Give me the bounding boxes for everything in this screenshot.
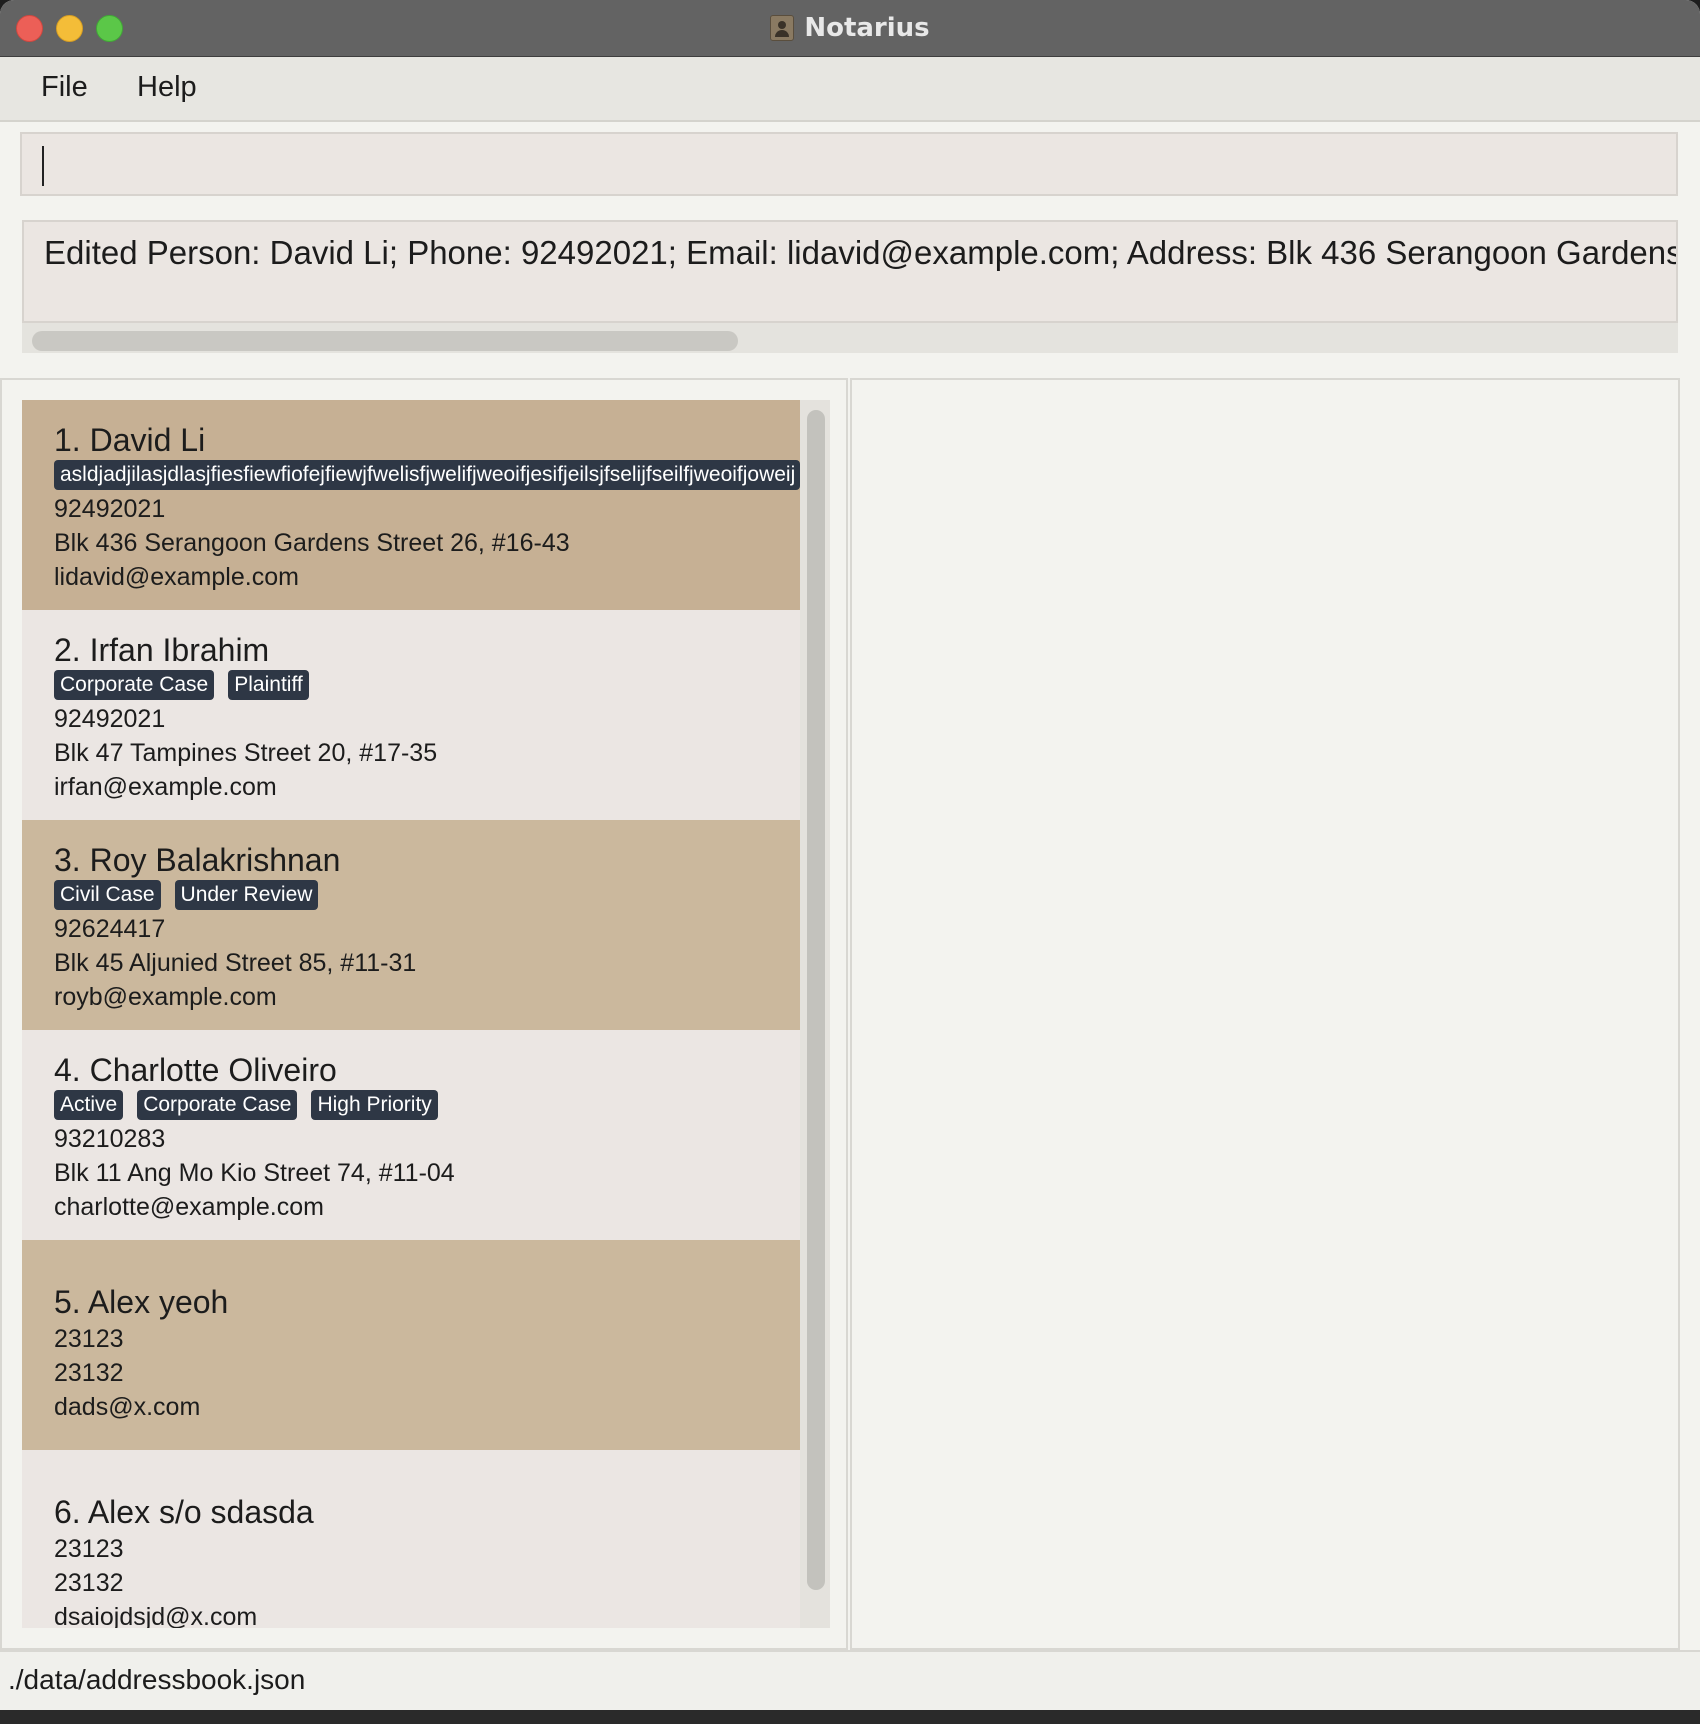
person-card[interactable]: 1. David Li asldjadjilasjdlasjfiesfiewfi… xyxy=(22,400,800,610)
title-group: Notarius xyxy=(0,0,1700,56)
tag: asldjadjilasjdlasjfiesfiewfiofejfiewjfwe… xyxy=(54,460,800,490)
person-name: 2. Irfan Ibrahim xyxy=(54,632,270,668)
menu-help[interactable]: Help xyxy=(137,71,197,104)
tag: Corporate Case xyxy=(54,670,215,700)
person-email: dsaiojdsjd@x.com xyxy=(54,1603,258,1628)
person-address: Blk 45 Aljunied Street 85, #11-31 xyxy=(54,949,417,977)
person-card[interactable]: 5. Alex yeoh 23123 23132 dads@x.com xyxy=(22,1240,800,1450)
person-address: Blk 11 Ang Mo Kio Street 74, #11-04 xyxy=(54,1159,455,1187)
tag: High Priority xyxy=(311,1090,438,1120)
person-card[interactable]: 3. Roy Balakrishnan Civil Case Under Rev… xyxy=(22,820,800,1030)
person-email: charlotte@example.com xyxy=(54,1193,324,1221)
person-address: 23132 xyxy=(54,1359,124,1387)
person-name: 3. Roy Balakrishnan xyxy=(54,842,341,878)
person-phone: 23123 xyxy=(54,1325,124,1353)
person-phone: 92492021 xyxy=(54,705,166,733)
tag-list: asldjadjilasjdlasjfiesfiewfiofejfiewjfwe… xyxy=(54,460,800,492)
person-phone: 93210283 xyxy=(54,1125,166,1153)
menu-bar: File Help xyxy=(0,57,1700,122)
tag-list: Active Corporate Case High Priority xyxy=(54,1090,800,1122)
person-name: 1. David Li xyxy=(54,422,206,458)
person-name: 4. Charlotte Oliveiro xyxy=(54,1052,337,1088)
person-phone: 92624417 xyxy=(54,915,166,943)
person-name: 5. Alex yeoh xyxy=(54,1284,229,1320)
person-address: Blk 47 Tampines Street 20, #17-35 xyxy=(54,739,438,767)
tag-list: Civil Case Under Review xyxy=(54,880,800,912)
result-display: Edited Person: David Li; Phone: 92492021… xyxy=(22,220,1678,353)
app-window: Notarius File Help Edited Person: David … xyxy=(0,0,1700,1724)
person-name: 6. Alex s/o sdasda xyxy=(54,1494,314,1530)
tag-list: Corporate Case Plaintiff xyxy=(54,670,800,702)
person-email: royb@example.com xyxy=(54,983,277,1011)
person-phone: 23123 xyxy=(54,1535,124,1563)
address-book-icon xyxy=(770,15,795,41)
person-email: lidavid@example.com xyxy=(54,563,299,591)
save-location: ./data/addressbook.json xyxy=(8,1664,306,1695)
tag: Civil Case xyxy=(54,880,161,910)
menu-file[interactable]: File xyxy=(41,71,88,104)
main-split: 1. David Li asldjadjilasjdlasjfiesfiewfi… xyxy=(0,378,1700,1650)
detail-panel xyxy=(850,378,1680,1650)
tag: Corporate Case xyxy=(137,1090,298,1120)
person-list-vertical-scrollbar[interactable] xyxy=(800,400,830,1628)
tag: Under Review xyxy=(174,880,319,910)
person-list-panel: 1. David Li asldjadjilasjdlasjfiesfiewfi… xyxy=(0,378,848,1650)
result-horizontal-scrollbar[interactable] xyxy=(22,323,1678,353)
person-email: dads@x.com xyxy=(54,1393,201,1421)
person-address: 23132 xyxy=(54,1569,124,1597)
command-input[interactable] xyxy=(20,132,1678,196)
person-card[interactable]: 2. Irfan Ibrahim Corporate Case Plaintif… xyxy=(22,610,800,820)
result-message: Edited Person: David Li; Phone: 92492021… xyxy=(44,234,1678,271)
text-caret xyxy=(42,146,44,186)
person-list[interactable]: 1. David Li asldjadjilasjdlasjfiesfiewfi… xyxy=(22,400,830,1628)
tag: Plaintiff xyxy=(228,670,309,700)
person-card[interactable]: 6. Alex s/o sdasda 23123 23132 dsaiojdsj… xyxy=(22,1450,800,1628)
desktop-edge xyxy=(0,1710,1700,1724)
person-list-scroll-thumb[interactable] xyxy=(807,410,825,1590)
window-title: Notarius xyxy=(804,13,930,43)
result-text-area[interactable]: Edited Person: David Li; Phone: 92492021… xyxy=(22,220,1678,323)
title-bar[interactable]: Notarius xyxy=(0,0,1700,57)
person-phone: 92492021 xyxy=(54,495,166,523)
status-bar: ./data/addressbook.json xyxy=(0,1650,1700,1712)
person-address: Blk 436 Serangoon Gardens Street 26, #16… xyxy=(54,529,570,557)
person-email: irfan@example.com xyxy=(54,773,277,801)
tag: Active xyxy=(54,1090,124,1120)
person-card[interactable]: 4. Charlotte Oliveiro Active Corporate C… xyxy=(22,1030,800,1240)
result-scroll-thumb[interactable] xyxy=(32,331,738,351)
person-cards: 1. David Li asldjadjilasjdlasjfiesfiewfi… xyxy=(22,400,800,1628)
